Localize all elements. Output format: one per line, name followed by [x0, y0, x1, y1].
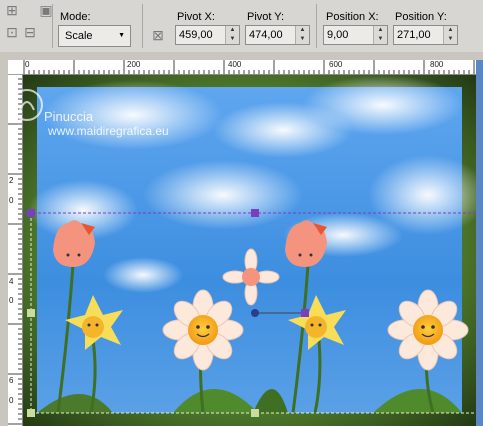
toolbar-separator [142, 4, 143, 48]
scrollbar-edge[interactable] [476, 60, 483, 426]
spin-up-icon[interactable]: ▲ [226, 26, 239, 35]
handle-pivot[interactable] [251, 309, 259, 317]
ruler-tick-label: 6 [9, 376, 14, 385]
position-y-field[interactable]: 271,00 ▲ ▼ [393, 25, 458, 45]
pivot-icon[interactable]: ⊠ [150, 27, 166, 43]
spin-up-icon[interactable]: ▲ [374, 26, 387, 35]
spin-down-icon[interactable]: ▼ [444, 35, 457, 44]
position-x-value: 9,00 [327, 29, 349, 41]
chevron-down-icon: ▼ [118, 32, 125, 39]
watermark-url: www.maidiregrafica.eu [48, 124, 169, 138]
handle-top-left[interactable] [27, 209, 35, 217]
position-y-value: 271,00 [397, 29, 431, 41]
pivot-x-value: 459,00 [179, 29, 213, 41]
spin-down-icon[interactable]: ▼ [296, 35, 309, 44]
pivot-x-field[interactable]: 459,00 ▲ ▼ [175, 25, 240, 45]
snap-icon[interactable]: ⊡ [4, 24, 20, 40]
ruler-tick-label: 0 [9, 196, 14, 205]
toolbar-separator [52, 4, 53, 48]
workspace-background [0, 52, 8, 426]
ruler-tick-label: 200 [127, 60, 141, 69]
handle-left-middle[interactable] [27, 309, 35, 317]
pivot-y-value: 474,00 [249, 29, 283, 41]
align-icon[interactable]: ⊟ [22, 24, 38, 40]
pivot-y-label: Pivot Y: [247, 11, 285, 23]
ruler-tick-label: 0 [9, 396, 14, 405]
position-y-spinner[interactable]: ▲ ▼ [443, 26, 457, 44]
ruler-tick-label: 4 [9, 277, 14, 286]
pivot-y-spinner[interactable]: ▲ ▼ [295, 26, 309, 44]
ruler-tick-label: 400 [228, 60, 242, 69]
ruler-ticks [23, 60, 475, 74]
pivot-y-field[interactable]: 474,00 ▲ ▼ [245, 25, 310, 45]
ruler-corner [8, 60, 23, 75]
ruler-tick-label: 2 [9, 176, 14, 185]
mode-label: Mode: [60, 11, 91, 23]
spin-up-icon[interactable]: ▲ [296, 26, 309, 35]
top-toolbar: ⊞ ⊡ ⊟ ▣ Mode: Scale ▼ ⊠ Pivot X: 459,00 … [0, 0, 483, 53]
handle-top-center[interactable] [251, 209, 259, 217]
spin-up-icon[interactable]: ▲ [444, 26, 457, 35]
handle-bottom-center[interactable] [251, 409, 259, 417]
vertical-ruler[interactable]: 2 0 4 0 6 0 [8, 74, 23, 426]
mode-value: Scale [65, 30, 93, 42]
ruler-tick-label: 0 [9, 296, 14, 305]
watermark-name: Pinuccia [44, 109, 94, 124]
mode-dropdown[interactable]: Scale ▼ [58, 25, 131, 47]
position-x-label: Position X: [326, 11, 379, 23]
ruler-tick-label: 600 [329, 60, 343, 69]
ruler-ticks [8, 74, 22, 425]
position-x-field[interactable]: 9,00 ▲ ▼ [323, 25, 388, 45]
position-x-spinner[interactable]: ▲ ▼ [373, 26, 387, 44]
watermark-logo-icon [11, 89, 43, 121]
ruler-tick-label: 800 [430, 60, 444, 69]
pivot-x-spinner[interactable]: ▲ ▼ [225, 26, 239, 44]
ruler-tick-label: 0 [25, 60, 30, 69]
grid-icon[interactable]: ⊞ [4, 2, 20, 18]
handle-rotate[interactable] [301, 309, 309, 317]
horizontal-ruler[interactable]: 0 200 400 600 800 [22, 60, 476, 75]
handle-bottom-left[interactable] [27, 409, 35, 417]
watermark: Pinuccia www.maidiregrafica.eu [44, 109, 169, 139]
workspace-background [0, 52, 483, 60]
toolbar-separator [316, 4, 317, 48]
spin-down-icon[interactable]: ▼ [226, 35, 239, 44]
position-y-label: Position Y: [395, 11, 447, 23]
spin-down-icon[interactable]: ▼ [374, 35, 387, 44]
pivot-x-label: Pivot X: [177, 11, 215, 23]
